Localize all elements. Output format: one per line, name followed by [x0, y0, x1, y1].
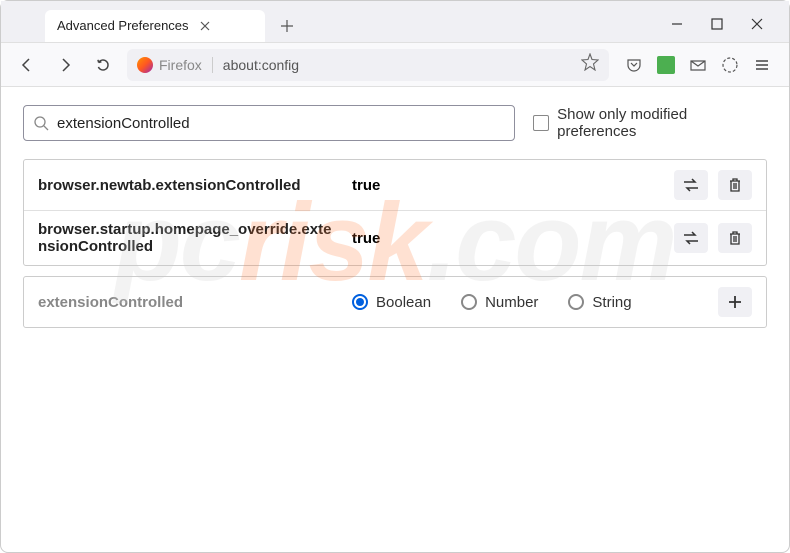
toolbar: Firefox about:config [1, 43, 789, 87]
url-bar[interactable]: Firefox about:config [127, 49, 609, 81]
pocket-icon[interactable] [625, 56, 643, 74]
pref-row: browser.startup.homepage_override.extens… [24, 211, 766, 265]
new-pref: extensionControlled Boolean Number Strin… [23, 276, 767, 328]
account-icon[interactable] [721, 56, 739, 74]
checkbox-icon [533, 115, 549, 131]
search-row: Show only modified preferences [23, 105, 767, 141]
toggle-button[interactable] [674, 170, 708, 200]
radio-icon [461, 294, 477, 310]
search-box[interactable] [23, 105, 515, 141]
toggle-button[interactable] [674, 223, 708, 253]
maximize-icon[interactable] [709, 16, 725, 32]
search-icon [34, 116, 49, 131]
pref-value: true [352, 177, 660, 194]
mail-icon[interactable] [689, 56, 707, 74]
bookmark-star-icon[interactable] [581, 53, 599, 76]
checkbox-label: Show only modified preferences [557, 106, 767, 140]
titlebar: Advanced Preferences [1, 1, 789, 43]
type-radio-group: Boolean Number String [352, 294, 704, 311]
radio-string[interactable]: String [568, 294, 631, 311]
window-controls [669, 16, 789, 32]
pref-row: browser.newtab.extensionControlled true [24, 160, 766, 211]
reload-button[interactable] [89, 51, 117, 79]
pref-table: browser.newtab.extensionControlled true … [23, 159, 767, 266]
browser-tab[interactable]: Advanced Preferences [45, 10, 265, 42]
delete-button[interactable] [718, 223, 752, 253]
new-tab-button[interactable] [273, 12, 301, 40]
pref-name: browser.newtab.extensionControlled [38, 177, 338, 194]
back-button[interactable] [13, 51, 41, 79]
url-text: about:config [223, 57, 571, 73]
tab-title: Advanced Preferences [57, 18, 189, 33]
add-button[interactable] [718, 287, 752, 317]
radio-number[interactable]: Number [461, 294, 538, 311]
close-window-icon[interactable] [749, 16, 765, 32]
pref-value: true [352, 230, 660, 247]
delete-button[interactable] [718, 170, 752, 200]
minimize-icon[interactable] [669, 16, 685, 32]
extension-icon[interactable] [657, 56, 675, 74]
pref-name: browser.startup.homepage_override.extens… [38, 221, 338, 255]
toolbar-icons [619, 56, 777, 74]
close-tab-icon[interactable] [197, 18, 213, 34]
forward-button[interactable] [51, 51, 79, 79]
firefox-label: Firefox [159, 57, 202, 73]
search-input[interactable] [57, 115, 504, 132]
radio-icon [568, 294, 584, 310]
show-modified-checkbox[interactable]: Show only modified preferences [533, 106, 767, 140]
content: Show only modified preferences browser.n… [1, 87, 789, 346]
menu-icon[interactable] [753, 56, 771, 74]
radio-boolean[interactable]: Boolean [352, 294, 431, 311]
firefox-badge: Firefox [137, 57, 213, 73]
radio-icon [352, 294, 368, 310]
new-pref-name: extensionControlled [38, 294, 338, 311]
firefox-icon [137, 57, 153, 73]
